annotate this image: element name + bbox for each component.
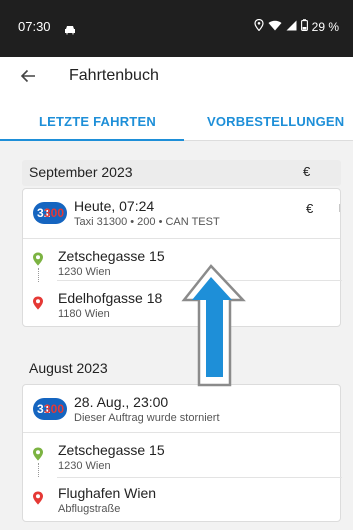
car-icon: [64, 22, 76, 40]
section-title-august: August 2023: [29, 360, 108, 376]
route-dots: [38, 463, 39, 477]
pickup-city: 1230 Wien: [58, 460, 111, 472]
battery-percent: 29 %: [311, 19, 339, 34]
trip-card[interactable]: 31 300 28. Aug., 23:00 Dieser Auftrag wu…: [22, 384, 342, 522]
app-bar: Fahrtenbuch: [0, 57, 353, 98]
card-divider: [23, 238, 340, 239]
wifi-icon: [268, 20, 282, 34]
pickup-city: 1230 Wien: [58, 266, 111, 278]
dropoff-pin-icon: [32, 491, 44, 510]
trip-subtitle: Dieser Auftrag wurde storniert: [74, 412, 220, 424]
price-divider: [339, 204, 340, 212]
pickup-address: Zetschegasse 15: [58, 248, 165, 264]
tab-bar: LETZTE FAHRTEN VORBESTELLUNGEN: [0, 98, 353, 141]
tab-letzte-fahrten[interactable]: LETZTE FAHRTEN: [39, 114, 156, 129]
status-time: 07:30: [18, 19, 51, 34]
trip-date: 28. Aug., 23:00: [74, 394, 169, 410]
tab-indicator: [0, 139, 184, 141]
route-dots: [38, 268, 39, 282]
tab-vorbestellungen[interactable]: VORBESTELLUNGEN: [207, 114, 344, 129]
status-right: 29 %: [254, 18, 339, 34]
signal-icon: [286, 20, 297, 34]
address-divider: [57, 477, 342, 478]
dropoff-city: Abflugstraße: [58, 503, 121, 515]
taxi-logo: 31 300: [33, 398, 67, 420]
dropoff-city: 1180 Wien: [58, 308, 110, 320]
back-arrow-icon[interactable]: [20, 69, 36, 88]
page-title: Fahrtenbuch: [69, 67, 159, 84]
location-icon: [254, 18, 264, 34]
dropoff-address: Edelhofgasse 18: [58, 290, 163, 306]
pickup-address: Zetschegasse 15: [58, 442, 165, 458]
trip-price: €: [306, 201, 314, 216]
scroll-up-arrow-icon: [180, 264, 246, 393]
trip-subtitle: Taxi 31300 • 200 • CAN TEST: [74, 216, 220, 228]
taxi-logo: 31 300: [33, 202, 67, 224]
section-currency: €: [303, 164, 311, 179]
dropoff-pin-icon: [32, 296, 44, 315]
battery-icon: [300, 19, 308, 34]
trip-date: Heute, 07:24: [74, 198, 155, 214]
card-divider: [23, 432, 340, 433]
dropoff-address: Flughafen Wien: [58, 485, 157, 501]
section-title-september: September 2023: [29, 164, 133, 180]
status-bar: 07:30 29 %: [0, 0, 353, 57]
